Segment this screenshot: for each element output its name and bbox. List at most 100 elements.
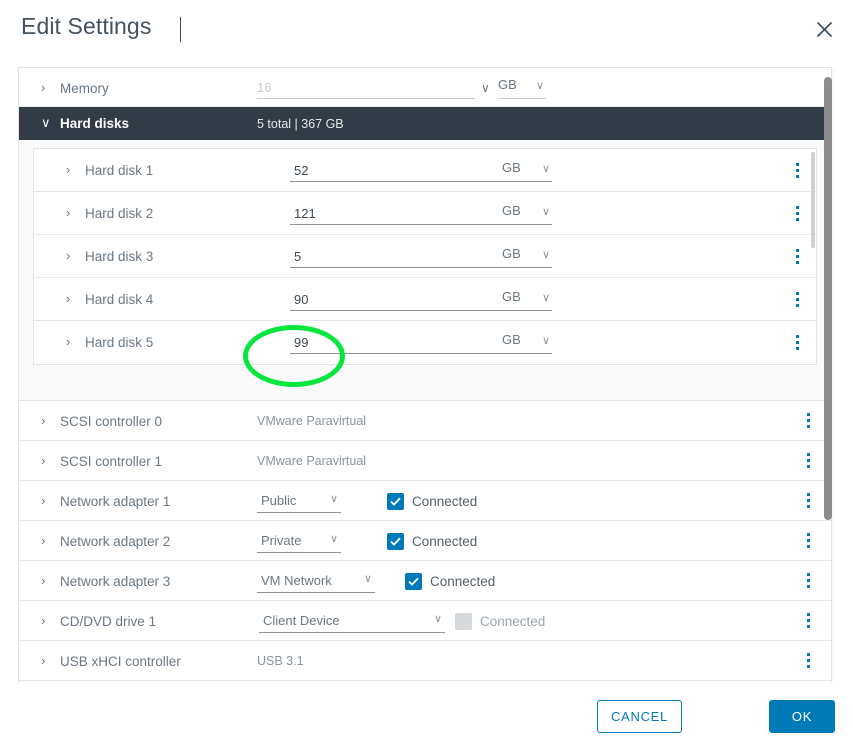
chevron-right-icon[interactable]: › — [41, 534, 54, 547]
hard-disks-panel: › Hard disk 1 GB ∨ › Hard disk 2 — [19, 140, 831, 375]
hard-disk-4-menu-button[interactable] — [788, 289, 806, 309]
row-memory-label[interactable]: › Memory — [41, 68, 109, 108]
hard-disk-2-size-input[interactable] — [290, 203, 505, 225]
chevron-right-icon[interactable]: › — [66, 249, 79, 262]
table-row[interactable]: › Hard disk 1 GB ∨ — [34, 149, 816, 192]
hard-disk-5-size-input[interactable] — [290, 332, 505, 354]
row-network-adapter-1[interactable]: › Network adapter 1 Public ∨ Connected — [19, 481, 831, 521]
chevron-down-icon: ∨ — [535, 80, 544, 92]
row-network-adapter-1-label[interactable]: › Network adapter 1 — [41, 481, 170, 521]
hard-disk-2-unit-select[interactable]: GB ∨ — [502, 203, 552, 225]
chevron-right-icon[interactable]: › — [41, 81, 54, 94]
chevron-right-icon[interactable]: › — [41, 414, 54, 427]
cd-dvd-drive-1-connected-checkbox[interactable]: Connected — [455, 601, 545, 641]
row-cd-dvd-drive-1[interactable]: › CD/DVD drive 1 Client Device ∨ Connect… — [19, 601, 831, 641]
device-list: › Memory ∨ GB ∨ ∨ Hard disks 5 total | 3… — [18, 67, 832, 682]
row-hard-disk-2-label[interactable]: › Hard disk 2 — [66, 192, 153, 235]
chevron-right-icon[interactable]: › — [66, 206, 79, 219]
chevron-right-icon[interactable]: › — [41, 654, 54, 667]
chevron-right-icon[interactable]: › — [66, 335, 79, 348]
hard-disk-3-menu-button[interactable] — [788, 246, 806, 266]
close-icon — [816, 21, 833, 38]
row-network-adapter-3[interactable]: › Network adapter 3 VM Network ∨ Connect… — [19, 561, 831, 601]
scsi-controller-0-menu-button[interactable] — [799, 411, 817, 431]
chevron-down-icon: ∨ — [541, 335, 550, 347]
main-scrollbar-thumb[interactable] — [824, 77, 832, 520]
network-adapter-2-network-select[interactable]: Private ∨ — [257, 531, 341, 553]
table-row[interactable]: › Hard disk 5 GB ∨ — [34, 321, 816, 364]
row-hard-disk-3-label[interactable]: › Hard disk 3 — [66, 235, 153, 278]
row-cd-dvd-drive-1-label[interactable]: › CD/DVD drive 1 — [41, 601, 156, 641]
row-memory[interactable]: › Memory ∨ GB ∨ — [19, 68, 831, 107]
hard-disk-3-size-input[interactable] — [290, 246, 505, 268]
hard-disks-list: › Hard disk 1 GB ∨ › Hard disk 2 — [33, 148, 817, 365]
chevron-right-icon[interactable]: › — [41, 454, 54, 467]
chevron-right-icon[interactable]: › — [66, 163, 79, 176]
dialog-footer: CANCEL OK — [0, 682, 853, 751]
hard-disk-3-unit-select[interactable]: GB ∨ — [502, 246, 552, 268]
title-separator — [180, 17, 181, 42]
row-hard-disk-4-label[interactable]: › Hard disk 4 — [66, 278, 153, 321]
usb-xhci-controller-menu-button[interactable] — [799, 651, 817, 671]
hard-disk-2-menu-button[interactable] — [788, 203, 806, 223]
settings-scroll-area[interactable]: › Memory ∨ GB ∨ ∨ Hard disks 5 total | 3… — [18, 67, 835, 682]
hard-disk-4-size-input[interactable] — [290, 289, 505, 311]
group-separator — [19, 375, 831, 401]
network-adapter-3-network-select[interactable]: VM Network ∨ — [257, 571, 375, 593]
row-scsi-controller-0-label[interactable]: › SCSI controller 0 — [41, 401, 162, 441]
row-hard-disk-5-label[interactable]: › Hard disk 5 — [66, 321, 153, 364]
hard-disk-4-unit-select[interactable]: GB ∨ — [502, 289, 552, 311]
row-scsi-controller-0[interactable]: › SCSI controller 0 VMware Paravirtual — [19, 401, 831, 441]
ok-button[interactable]: OK — [769, 700, 835, 733]
network-adapter-1-network-select[interactable]: Public ∨ — [257, 491, 341, 513]
chevron-right-icon[interactable]: › — [66, 292, 79, 305]
row-scsi-controller-1-label[interactable]: › SCSI controller 1 — [41, 441, 162, 481]
unit-label: GB — [502, 289, 521, 304]
chevron-down-icon: ∨ — [541, 249, 550, 261]
network-adapter-2-menu-button[interactable] — [799, 531, 817, 551]
row-usb-xhci-controller[interactable]: › USB xHCI controller USB 3.1 — [19, 641, 831, 681]
chevron-right-icon[interactable]: › — [41, 574, 54, 587]
row-usb-xhci-controller-label[interactable]: › USB xHCI controller — [41, 641, 181, 681]
row-network-adapter-3-label[interactable]: › Network adapter 3 — [41, 561, 170, 601]
checkbox-label: Connected — [430, 573, 496, 589]
cd-dvd-drive-1-device-select[interactable]: Client Device ∨ — [259, 611, 445, 633]
hard-disk-1-menu-button[interactable] — [788, 160, 806, 180]
memory-unit-select[interactable]: GB ∨ — [498, 77, 546, 99]
hard-disks-scrollbar-thumb[interactable] — [811, 152, 815, 248]
group-header-label: ∨ Hard disks — [41, 107, 129, 140]
network-adapter-3-menu-button[interactable] — [799, 571, 817, 591]
hard-disk-5-menu-button[interactable] — [788, 333, 806, 353]
cancel-button[interactable]: CANCEL — [597, 700, 682, 733]
close-button[interactable] — [809, 14, 839, 44]
memory-size-input[interactable] — [257, 77, 475, 99]
chevron-right-icon[interactable]: › — [41, 614, 54, 627]
row-network-adapter-2[interactable]: › Network adapter 2 Private ∨ Connected — [19, 521, 831, 561]
chevron-down-icon[interactable]: ∨ — [41, 116, 54, 129]
hard-disk-1-unit-select[interactable]: GB ∨ — [502, 160, 552, 182]
row-label-text: Memory — [60, 80, 109, 96]
row-label-text: SCSI controller 0 — [60, 413, 163, 429]
main-scrollbar-track[interactable] — [824, 67, 833, 682]
row-scsi-controller-1[interactable]: › SCSI controller 1 VMware Paravirtual — [19, 441, 831, 481]
row-network-adapter-2-label[interactable]: › Network adapter 2 — [41, 521, 170, 561]
network-adapter-3-connected-checkbox[interactable]: Connected — [405, 561, 495, 601]
network-adapter-1-connected-checkbox[interactable]: Connected — [387, 481, 477, 521]
row-hard-disk-1-label[interactable]: › Hard disk 1 — [66, 149, 153, 192]
table-row[interactable]: › Hard disk 4 GB ∨ — [34, 278, 816, 321]
table-row[interactable]: › Hard disk 2 GB ∨ — [34, 192, 816, 235]
chevron-right-icon[interactable]: › — [41, 494, 54, 507]
group-header-hard-disks[interactable]: ∨ Hard disks 5 total | 367 GB — [19, 107, 831, 140]
memory-spinner-chevron-icon[interactable]: ∨ — [481, 81, 490, 95]
row-scsi-controller-0-value: VMware Paravirtual — [257, 414, 367, 428]
chevron-down-icon: ∨ — [541, 292, 550, 304]
scsi-controller-1-menu-button[interactable] — [799, 451, 817, 471]
cd-dvd-drive-1-menu-button[interactable] — [799, 611, 817, 631]
row-label-text: Hard disk 3 — [85, 249, 154, 264]
table-row[interactable]: › Hard disk 3 GB ∨ — [34, 235, 816, 278]
hard-disk-1-size-input[interactable] — [290, 160, 505, 182]
network-adapter-1-menu-button[interactable] — [799, 491, 817, 511]
row-label-text: Hard disk 2 — [85, 206, 154, 221]
hard-disk-5-unit-select[interactable]: GB ∨ — [502, 332, 552, 354]
network-adapter-2-connected-checkbox[interactable]: Connected — [387, 521, 477, 561]
